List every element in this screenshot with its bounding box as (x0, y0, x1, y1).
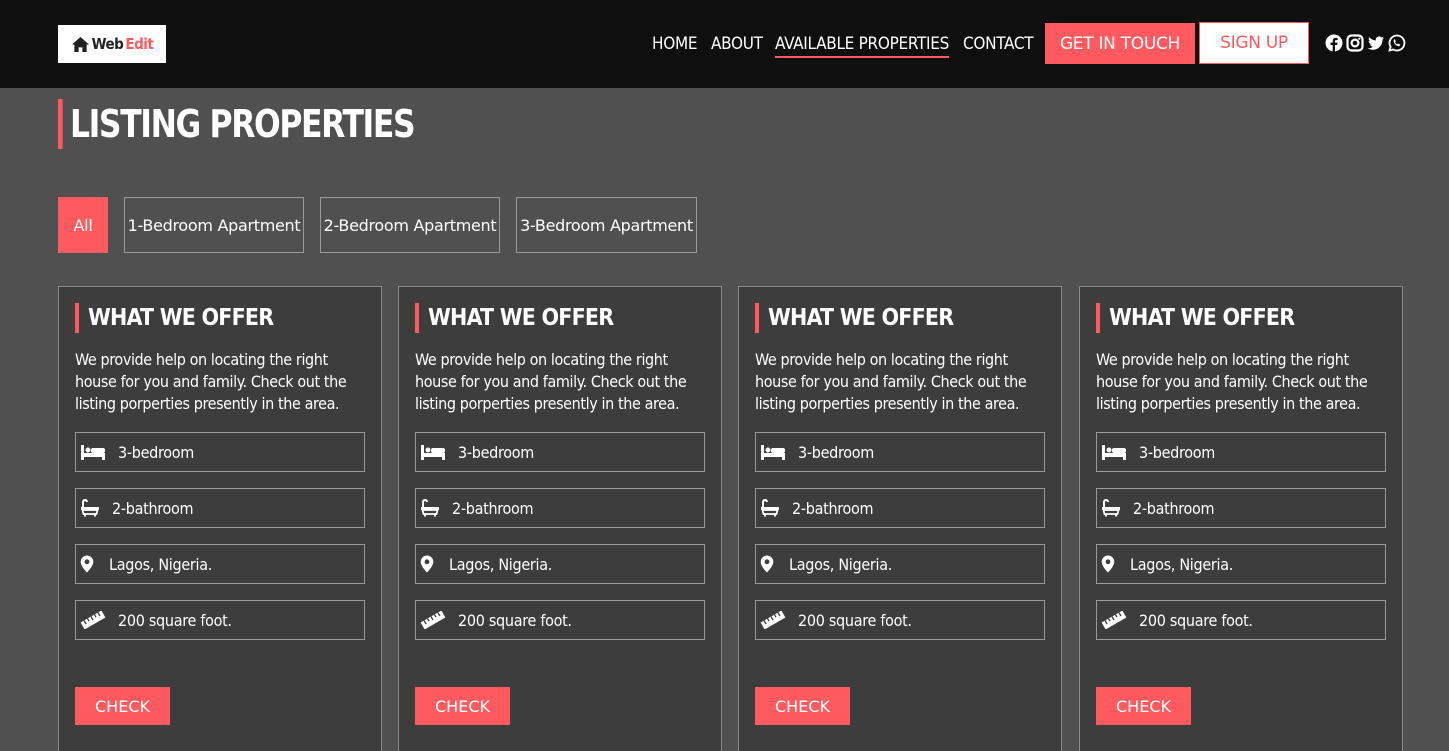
ruler-icon (760, 611, 788, 629)
check-button[interactable]: CHECK (415, 687, 510, 725)
feature-bathroom: 2-bathroom (755, 488, 1045, 528)
card-description: We provide help on locating the right ho… (1096, 350, 1368, 413)
bath-icon (80, 499, 104, 517)
card-title: WHAT WE OFFER (75, 303, 274, 333)
location-pin-icon (760, 555, 780, 573)
check-button[interactable]: CHECK (1096, 687, 1191, 725)
feature-bedroom-label: 3-bedroom (458, 442, 534, 462)
feature-bathroom-label: 2-bathroom (112, 498, 194, 518)
feature-location: Lagos, Nigeria. (415, 544, 705, 584)
feature-bedroom-label: 3-bedroom (798, 442, 874, 462)
card-title: WHAT WE OFFER (755, 303, 954, 333)
location-pin-icon (80, 555, 100, 573)
feature-location-label: Lagos, Nigeria. (109, 554, 212, 574)
card-description: We provide help on locating the right ho… (75, 350, 347, 413)
card-description: We provide help on locating the right ho… (415, 350, 687, 413)
feature-bedroom-label: 3-bedroom (118, 442, 194, 462)
feature-bedroom: 3-bedroom (755, 432, 1045, 472)
nav-home[interactable]: HOME (652, 34, 698, 54)
feature-size: 200 square foot. (75, 600, 365, 640)
feature-bathroom: 2-bathroom (75, 488, 365, 528)
whatsapp-icon[interactable] (1388, 34, 1406, 52)
facebook-icon[interactable] (1325, 34, 1343, 52)
ruler-icon (80, 611, 108, 629)
feature-bedroom-label: 3-bedroom (1139, 442, 1215, 462)
filter-3-bedroom[interactable]: 3-Bedroom Apartment (516, 197, 697, 253)
ruler-icon (420, 611, 448, 629)
twitter-icon[interactable] (1367, 34, 1385, 52)
property-card: WHAT WE OFFER We provide help on locatin… (58, 286, 382, 751)
feature-bedroom: 3-bedroom (75, 432, 365, 472)
feature-size: 200 square foot. (1096, 600, 1386, 640)
feature-location: Lagos, Nigeria. (755, 544, 1045, 584)
feature-size: 200 square foot. (755, 600, 1045, 640)
filter-2-bedroom[interactable]: 2-Bedroom Apartment (320, 197, 500, 253)
check-button[interactable]: CHECK (755, 687, 850, 725)
ruler-icon (1101, 611, 1129, 629)
property-card: WHAT WE OFFER We provide help on locatin… (398, 286, 722, 751)
card-description: We provide help on locating the right ho… (755, 350, 1027, 413)
location-pin-icon (420, 555, 440, 573)
nav-available-properties[interactable]: AVAILABLE PROPERTIES (775, 34, 949, 58)
feature-bathroom: 2-bathroom (415, 488, 705, 528)
feature-location: Lagos, Nigeria. (75, 544, 365, 584)
bed-icon (80, 443, 108, 461)
feature-size-label: 200 square foot. (458, 610, 572, 630)
feature-bathroom-label: 2-bathroom (452, 498, 534, 518)
social-links (1325, 34, 1406, 52)
feature-size: 200 square foot. (415, 600, 705, 640)
sign-up-button[interactable]: SIGN UP (1199, 22, 1309, 64)
property-card: WHAT WE OFFER We provide help on locatin… (738, 286, 1062, 751)
feature-bedroom: 3-bedroom (1096, 432, 1386, 472)
brand-name-part1: Web (91, 35, 124, 53)
card-title: WHAT WE OFFER (1096, 303, 1295, 333)
feature-size-label: 200 square foot. (798, 610, 912, 630)
nav-about[interactable]: ABOUT (711, 34, 763, 54)
filter-1-bedroom[interactable]: 1-Bedroom Apartment (124, 197, 304, 253)
filter-all[interactable]: All (58, 197, 108, 253)
feature-bathroom-label: 2-bathroom (1133, 498, 1215, 518)
feature-location-label: Lagos, Nigeria. (1130, 554, 1233, 574)
feature-size-label: 200 square foot. (118, 610, 232, 630)
location-pin-icon (1101, 555, 1121, 573)
instagram-icon[interactable] (1346, 34, 1364, 52)
bath-icon (420, 499, 444, 517)
feature-location-label: Lagos, Nigeria. (449, 554, 552, 574)
feature-location-label: Lagos, Nigeria. (789, 554, 892, 574)
brand-name-part2: Edit (125, 35, 154, 53)
card-title: WHAT WE OFFER (415, 303, 614, 333)
bed-icon (760, 443, 788, 461)
bath-icon (1101, 499, 1125, 517)
bed-icon (420, 443, 448, 461)
feature-bathroom-label: 2-bathroom (792, 498, 874, 518)
feature-size-label: 200 square foot. (1139, 610, 1253, 630)
top-navbar: Web Edit HOME ABOUT AVAILABLE PROPERTIES … (0, 0, 1449, 88)
feature-bathroom: 2-bathroom (1096, 488, 1386, 528)
brand-logo[interactable]: Web Edit (58, 25, 166, 63)
nav-contact[interactable]: CONTACT (963, 34, 1034, 54)
get-in-touch-button[interactable]: GET IN TOUCH (1045, 23, 1195, 64)
property-card: WHAT WE OFFER We provide help on locatin… (1079, 286, 1403, 751)
feature-location: Lagos, Nigeria. (1096, 544, 1386, 584)
page-title: LISTING PROPERTIES (58, 99, 416, 149)
home-icon (71, 36, 89, 52)
feature-bedroom: 3-bedroom (415, 432, 705, 472)
bed-icon (1101, 443, 1129, 461)
check-button[interactable]: CHECK (75, 687, 170, 725)
bath-icon (760, 499, 784, 517)
